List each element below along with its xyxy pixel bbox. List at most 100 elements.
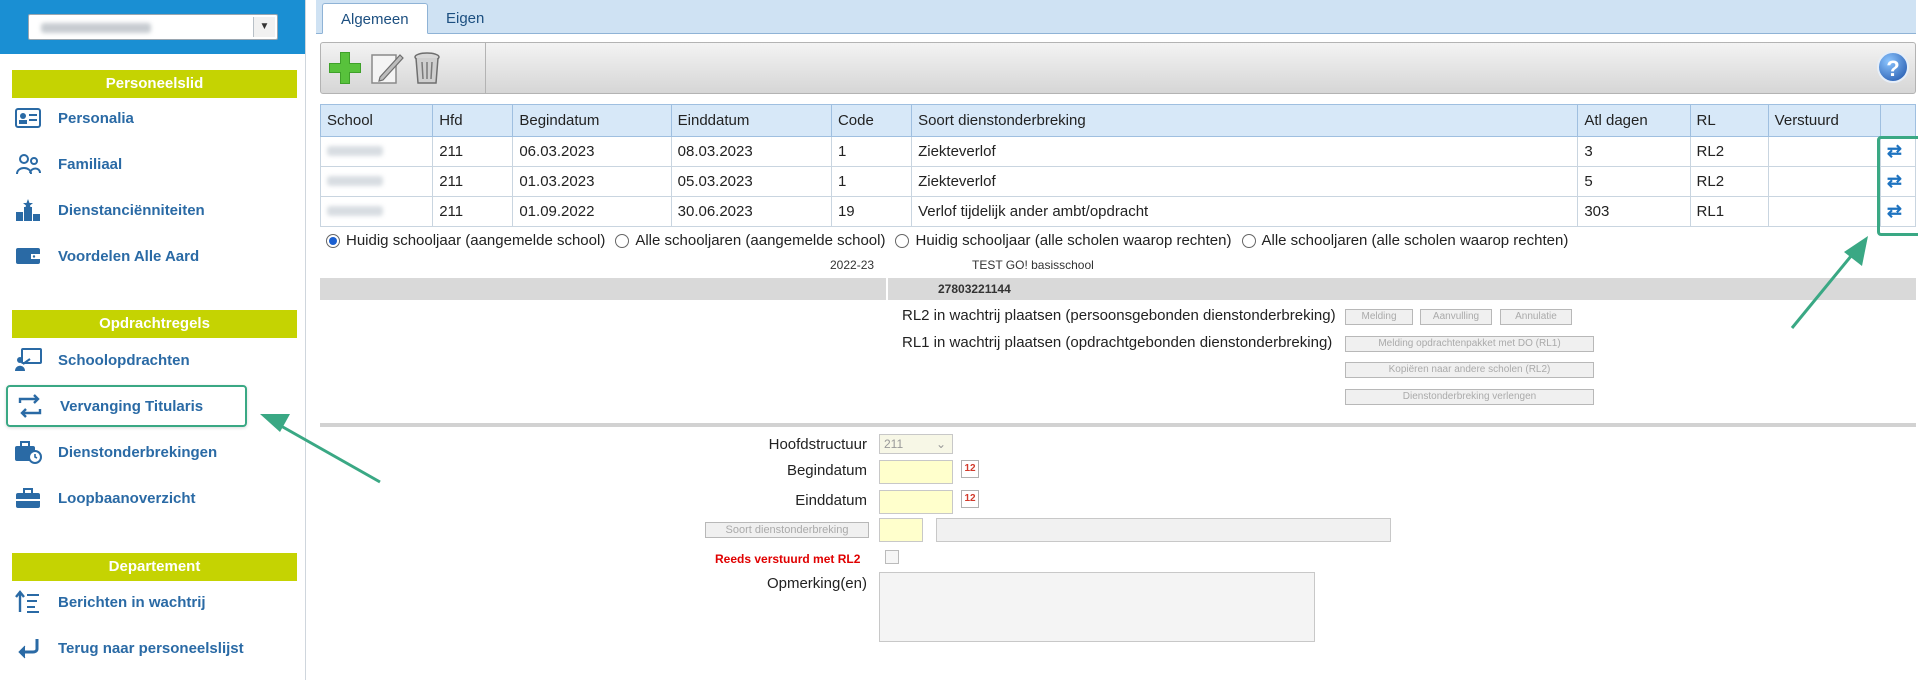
filter-current-year-all-schools[interactable]: Huidig schooljaar (alle scholen waarop r… [895,232,1232,249]
schoolyear-filter: Huidig schooljaar (aangemelde school) Al… [326,232,1578,249]
opmerking-textarea[interactable] [879,572,1315,642]
col-school[interactable]: School [319,104,434,137]
radio-label: Alle schooljaren (alle scholen waarop re… [1261,232,1569,249]
radio-selected-icon[interactable] [326,233,340,248]
replace-column-highlight [1877,136,1918,236]
tab-algemeen[interactable]: Algemeen [322,3,428,34]
sidebar-item-berichten-in-wachtrij[interactable]: Berichten in wachtrij [14,586,244,618]
table-header-row: School Hfd Begindatum Einddatum Code Soo… [319,104,1917,137]
begindatum-input[interactable] [879,460,953,484]
teacher-board-icon [14,346,42,374]
cell-code: 19 [830,196,913,227]
cell-begindatum: 06.03.2023 [512,136,672,167]
filter-all-years-logged-school[interactable]: Alle schooljaren (aangemelde school) [615,232,885,249]
section-divider [320,423,1916,427]
col-verstuurd[interactable]: Verstuurd [1767,104,1881,137]
col-code[interactable]: Code [830,104,913,137]
cell-begindatum: 01.03.2023 [512,166,672,197]
reeds-verstuurd-label: Reeds verstuurd met RL2 [715,552,861,566]
radio-icon[interactable] [895,233,910,248]
cell-einddatum: 05.03.2023 [670,166,832,197]
main-panel: Algemeen Eigen ? School Hfd Begindatum E… [312,0,1918,680]
help-button[interactable]: ? [1877,51,1909,83]
table-row[interactable]: 211 06.03.2023 08.03.2023 1 Ziekteverlof… [319,136,1917,167]
podium-icon [14,196,42,224]
calendar-icon[interactable]: 12 [961,460,979,478]
toolbar-separator [485,43,486,93]
cell-einddatum: 30.06.2023 [670,196,832,227]
person-info-bar: 27803221144 [320,278,1916,300]
radio-label: Alle schooljaren (aangemelde school) [635,232,886,249]
sidebar-item-personalia[interactable]: Personalia [14,102,244,134]
sidebar-item-label: Berichten in wachtrij [58,593,206,611]
col-rl[interactable]: RL [1689,104,1769,137]
schoolyear-value: 2022-23 [830,258,875,272]
briefcase-icon [14,484,42,512]
cell-rl: RL2 [1689,166,1769,197]
swap-arrows-icon [16,392,44,420]
school-name: TEST GO! basisschool [972,258,1094,272]
hoofdstructuur-value: 211 [884,437,904,451]
annulatie-button[interactable]: Annulatie [1500,309,1572,325]
sidebar-item-label: Familiaal [58,155,123,173]
sidebar-item-terug-naar-personeelslijst[interactable]: Terug naar personeelslijst [14,632,244,664]
rl2-queue-label: RL2 in wachtrij plaatsen (persoonsgebond… [902,307,1336,324]
edit-icon[interactable] [367,49,407,89]
einddatum-input[interactable] [879,490,953,514]
reeds-verstuurd-checkbox[interactable] [885,550,899,564]
hoofdstructuur-select[interactable]: 211 ⌄ [879,434,953,454]
soort-code-input[interactable] [879,518,923,542]
school-select-value [41,23,151,33]
radio-label: Huidig schooljaar (alle scholen waarop r… [915,232,1232,249]
table-row[interactable]: 211 01.03.2023 05.03.2023 1 Ziekteverlof… [319,166,1917,197]
sidebar-item-voordelen-alle-aard[interactable]: Voordelen Alle Aard [14,240,244,272]
school-select[interactable]: ▼ [28,14,278,40]
sidebar-item-dienstancienniteiten[interactable]: Dienstanciënniteiten [14,194,244,226]
melding-button[interactable]: Melding [1345,309,1413,325]
delete-icon[interactable] [407,49,447,89]
sidebar-item-vervanging-titularis[interactable]: Vervanging Titularis [6,385,247,427]
rl1-queue-label: RL1 in wachtrij plaatsen (opdrachtgebond… [902,334,1333,351]
kopieren-button[interactable]: Kopiëren naar andere scholen (RL2) [1345,362,1594,378]
filter-all-years-all-schools[interactable]: Alle schooljaren (alle scholen waarop re… [1241,232,1569,249]
col-atl-dagen[interactable]: Atl dagen [1577,104,1691,137]
col-soort[interactable]: Soort dienstonderbreking [911,104,1579,137]
col-hfd[interactable]: Hfd [432,104,514,137]
sidebar-item-label: Vervanging Titularis [60,397,204,415]
radio-icon[interactable] [615,233,630,248]
sidebar-item-label: Voordelen Alle Aard [58,247,200,265]
sidebar-item-dienstonderbrekingen[interactable]: Dienstonderbrekingen [14,436,244,468]
hoofdstructuur-label: Hoofdstructuur [768,436,867,453]
verlengen-button[interactable]: Dienstonderbreking verlengen [1345,389,1594,405]
sidebar-item-label: Schoolopdrachten [58,351,190,369]
sidebar: ▼ Personeelslid Personalia Familiaal Die… [0,0,306,680]
cell-hfd: 211 [432,166,514,197]
cell-rl: RL2 [1689,136,1769,167]
sidebar-item-loopbaanoverzicht[interactable]: Loopbaanoverzicht [14,482,244,514]
radio-icon[interactable] [1241,233,1256,248]
col-begindatum[interactable]: Begindatum [512,104,672,137]
table-row[interactable]: 211 01.09.2022 30.06.2023 19 Verlof tijd… [319,196,1917,227]
aanvulling-button[interactable]: Aanvulling [1420,309,1492,325]
sidebar-item-label: Dienstonderbrekingen [58,443,218,461]
chevron-down-icon[interactable]: ▼ [253,17,275,37]
col-einddatum[interactable]: Einddatum [670,104,832,137]
add-icon[interactable] [325,49,365,89]
filter-current-year-logged-school[interactable]: Huidig schooljaar (aangemelde school) [326,232,605,249]
einddatum-label: Einddatum [795,492,867,509]
sidebar-item-schoolopdrachten[interactable]: Schoolopdrachten [14,344,244,376]
calendar-icon[interactable]: 12 [961,490,979,508]
section-opdrachtregels: Opdrachtregels [12,310,297,338]
melding-opdrachtenpakket-button[interactable]: Melding opdrachtenpakket met DO (RL1) [1345,336,1594,352]
tab-eigen[interactable]: Eigen [428,3,502,34]
return-arrow-icon [14,634,42,662]
id-card-icon [14,104,42,132]
cell-school [319,136,434,167]
cell-atl-dagen: 5 [1577,166,1691,197]
soort-dienstonderbreking-button[interactable]: Soort dienstonderbreking [705,522,869,538]
briefcase-clock-icon [14,438,42,466]
school-select-bar: ▼ [0,0,305,54]
cell-soort: Ziekteverlof [911,166,1579,197]
sidebar-item-familiaal[interactable]: Familiaal [14,148,244,180]
cell-einddatum: 08.03.2023 [670,136,832,167]
